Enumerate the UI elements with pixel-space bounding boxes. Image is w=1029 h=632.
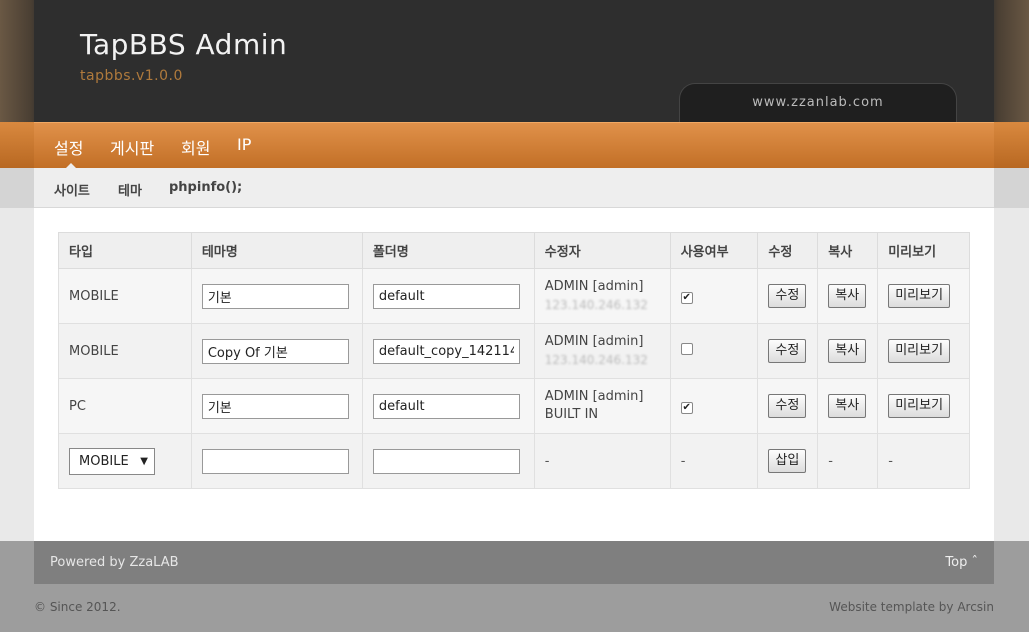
copyright-text: © Since 2012.	[34, 600, 121, 614]
site-header: TapBBS Admin tapbbs.v1.0.0 www.zzanlab.c…	[34, 0, 994, 123]
col-header-edit: 수정	[757, 232, 819, 269]
modifier-name: ADMIN [admin]	[544, 279, 644, 294]
new-row-enabled: -	[669, 433, 759, 489]
theme-name-input[interactable]	[201, 338, 349, 364]
row-type: MOBILE	[58, 323, 192, 379]
site-version: tapbbs.v1.0.0	[80, 68, 183, 84]
modifier-name: ADMIN [admin]	[544, 334, 644, 349]
modifier-ip: 123.140.246.132	[544, 298, 648, 312]
site-title[interactable]: TapBBS Admin	[80, 28, 287, 61]
content-area: 타입 테마명 폴더명 수정자 사용여부 수정 복사 미리보기 MOBILE AD…	[34, 208, 994, 541]
col-header-preview: 미리보기	[877, 232, 970, 269]
preview-button[interactable]: 미리보기	[888, 284, 951, 308]
col-header-folder: 폴더명	[361, 232, 535, 269]
edit-button[interactable]: 수정	[768, 284, 807, 308]
modifier-ip: 123.140.246.132	[544, 353, 648, 367]
preview-button[interactable]: 미리보기	[888, 339, 951, 363]
copy-button[interactable]: 복사	[828, 284, 867, 308]
site-title-suffix: Admin	[186, 28, 288, 61]
main-nav: 설정 게시판 회원 IP	[34, 122, 994, 169]
nav-item-settings[interactable]: 설정	[54, 135, 83, 159]
main-container: TapBBS Admin tapbbs.v1.0.0 www.zzanlab.c…	[34, 0, 994, 584]
subnav-item-theme[interactable]: 테마	[118, 180, 142, 199]
row-type: PC	[58, 378, 192, 434]
edit-button[interactable]: 수정	[768, 339, 807, 363]
table-row: PC ADMIN [admin] BUILT IN ✔ 수정 복사 미리보기	[58, 378, 970, 434]
new-row-modifier: -	[533, 433, 671, 489]
col-header-enabled: 사용여부	[669, 232, 759, 269]
powered-by-text: Powered by ZzaLAB	[50, 555, 179, 570]
subnav-item-site[interactable]: 사이트	[54, 180, 90, 199]
folder-name-input[interactable]	[372, 338, 520, 364]
nav-item-ip[interactable]: IP	[237, 135, 251, 154]
insert-button[interactable]: 삽입	[768, 449, 807, 473]
copy-button[interactable]: 복사	[828, 339, 867, 363]
nav-item-boards[interactable]: 게시판	[110, 135, 154, 159]
folder-name-input[interactable]	[372, 283, 520, 309]
new-row-copy: -	[817, 433, 879, 489]
table-row: MOBILE ADMIN [admin] 123.140.246.132 수정 …	[58, 323, 970, 379]
col-header-theme-name: 테마명	[190, 232, 363, 269]
type-select[interactable]: MOBILE ▼	[69, 447, 155, 475]
enabled-checkbox[interactable]: ✔	[680, 401, 693, 414]
new-row-preview: -	[877, 433, 970, 489]
dropdown-arrow-icon: ▼	[140, 455, 148, 467]
preview-button[interactable]: 미리보기	[888, 394, 951, 418]
subnav-item-phpinfo[interactable]: phpinfo();	[169, 180, 242, 195]
edit-button[interactable]: 수정	[768, 394, 807, 418]
enabled-checkbox[interactable]: ✔	[680, 291, 693, 304]
row-type: MOBILE	[58, 268, 192, 324]
new-theme-row: MOBILE ▼ - - 삽입 - -	[58, 433, 970, 489]
new-theme-name-input[interactable]	[201, 448, 349, 474]
nav-item-members[interactable]: 회원	[181, 135, 210, 159]
theme-table: 타입 테마명 폴더명 수정자 사용여부 수정 복사 미리보기 MOBILE AD…	[58, 232, 970, 489]
theme-name-input[interactable]	[201, 283, 349, 309]
col-header-type: 타입	[58, 232, 192, 269]
new-folder-name-input[interactable]	[372, 448, 520, 474]
col-header-copy: 복사	[817, 232, 879, 269]
col-header-modifier: 수정자	[533, 232, 671, 269]
enabled-checkbox[interactable]	[680, 343, 693, 355]
copy-button[interactable]: 복사	[828, 394, 867, 418]
site-url-link[interactable]: www.zzanlab.com	[679, 83, 957, 123]
template-credit[interactable]: Website template by Arcsin	[829, 600, 994, 614]
back-to-top-link[interactable]: Top ˆ	[945, 555, 978, 570]
table-row: MOBILE ADMIN [admin] 123.140.246.132 ✔ 수…	[58, 268, 970, 324]
type-select-value: MOBILE	[79, 453, 129, 469]
sub-nav: 사이트 테마 phpinfo();	[34, 168, 994, 208]
table-header-row: 타입 테마명 폴더명 수정자 사용여부 수정 복사 미리보기	[58, 232, 970, 269]
footer-bar: Powered by ZzaLAB Top ˆ	[34, 541, 994, 584]
folder-name-input[interactable]	[372, 393, 520, 419]
modifier-name: ADMIN [admin]	[544, 389, 644, 404]
site-title-brand: TapBBS	[80, 28, 187, 61]
modifier-built-in: BUILT IN	[544, 407, 599, 422]
theme-name-input[interactable]	[201, 393, 349, 419]
